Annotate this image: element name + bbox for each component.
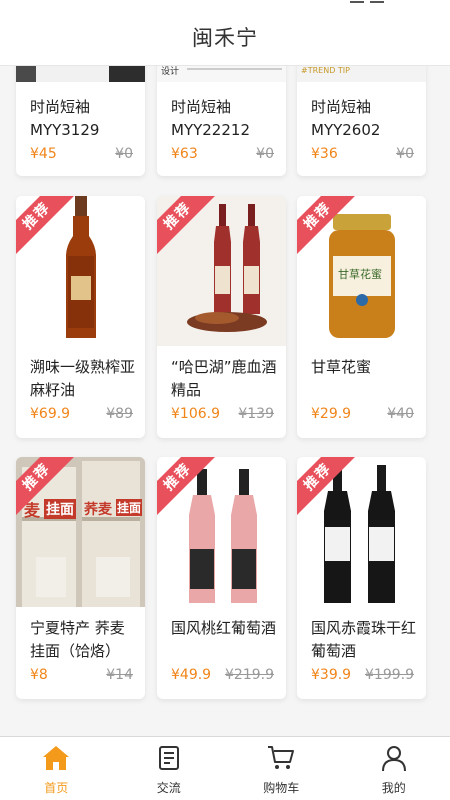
product-card[interactable]: 推荐 “哈巴湖”鹿血酒精品 ¥106.9 ¥139: [157, 196, 286, 438]
product-price: ¥45: [30, 146, 57, 162]
product-card[interactable]: 推荐 国风桃红葡萄酒 ¥49.9 ¥219.9: [157, 457, 286, 699]
document-icon: [158, 746, 179, 770]
product-name: “哈巴湖”鹿血酒精品: [171, 358, 277, 399]
product-image: 麦 挂面 荞麦 挂面 推荐: [16, 457, 145, 607]
home-icon: [43, 746, 70, 770]
product-price: ¥69.9: [30, 406, 71, 422]
product-original-price: ¥0: [256, 146, 274, 162]
product-price: ¥39.9: [311, 667, 352, 683]
product-original-price: ¥0: [115, 146, 133, 162]
image-caption: #TREND TIP: [301, 66, 350, 75]
tab-label: 我的: [381, 781, 406, 795]
tab-exchange[interactable]: 交流: [113, 737, 226, 800]
product-image: 甘草花蜜 推荐: [297, 196, 426, 346]
product-original-price: ¥0: [396, 146, 414, 162]
product-name: 甘草花蜜: [311, 358, 372, 376]
product-image: 推荐: [157, 196, 286, 346]
product-price: ¥63: [171, 146, 198, 162]
page-title: 闽禾宁: [192, 25, 258, 50]
product-card[interactable]: 甘草花蜜 推荐 甘草花蜜 ¥29.9 ¥40: [297, 196, 426, 438]
tab-label: 交流: [156, 781, 181, 795]
product-original-price: ¥199.9: [365, 667, 414, 683]
product-card[interactable]: 推荐 溯味一级熟榨亚麻籽油 ¥69.9 ¥89: [16, 196, 145, 438]
product-image: 推荐: [297, 457, 426, 607]
product-original-price: ¥40: [387, 406, 414, 422]
tab-home[interactable]: 首页: [0, 737, 113, 800]
product-original-price: ¥139: [238, 406, 274, 422]
product-original-price: ¥89: [106, 406, 133, 422]
product-card[interactable]: 麦 挂面 荞麦 挂面 推荐 宁夏特产 荞麦挂面（饸烙） ¥8 ¥14: [16, 457, 145, 699]
product-price: ¥29.9: [311, 406, 352, 422]
product-original-price: ¥14: [106, 667, 133, 683]
tab-cart[interactable]: 购物车: [225, 737, 338, 800]
product-price: ¥36: [311, 146, 338, 162]
product-name: 宁夏特产 荞麦挂面（饸烙）: [30, 619, 125, 660]
product-name: 时尚短袖MYY3129: [30, 98, 100, 139]
product-price: ¥49.9: [171, 667, 212, 683]
product-grid: 时尚短袖MYY3129 ¥45 ¥0 设计 时尚短袖MYY22212 ¥63 ¥…: [0, 0, 450, 736]
image-caption: 甘草花蜜: [338, 268, 382, 281]
image-caption: 挂面: [44, 499, 76, 519]
tab-label: 首页: [44, 781, 69, 795]
product-name: 时尚短袖MYY22212: [171, 98, 250, 139]
image-caption: 挂面: [116, 499, 143, 516]
product-original-price: ¥219.9: [225, 667, 274, 683]
cart-icon: [268, 746, 295, 769]
product-image: 推荐: [157, 457, 286, 607]
partial-top-icons: [350, 0, 400, 3]
image-caption: 荞麦: [84, 502, 112, 518]
tab-label: 购物车: [263, 781, 300, 795]
product-name: 溯味一级熟榨亚麻籽油: [30, 358, 136, 399]
product-name: 国风桃红葡萄酒: [171, 619, 277, 637]
user-icon: [381, 746, 406, 772]
product-name: 时尚短袖MYY2602: [311, 98, 381, 139]
bottom-tab-bar: 首页 交流 购物车 我的: [0, 736, 450, 800]
product-name: 国风赤霞珠干红葡萄酒: [311, 619, 417, 660]
tab-mine[interactable]: 我的: [338, 737, 450, 800]
product-price: ¥106.9: [171, 406, 220, 422]
product-image: 推荐: [16, 196, 145, 346]
product-card[interactable]: 推荐 国风赤霞珠干红葡萄酒 ¥39.9 ¥199.9: [297, 457, 426, 699]
product-price: ¥8: [30, 667, 48, 683]
header-bar: 闽禾宁: [0, 0, 450, 66]
